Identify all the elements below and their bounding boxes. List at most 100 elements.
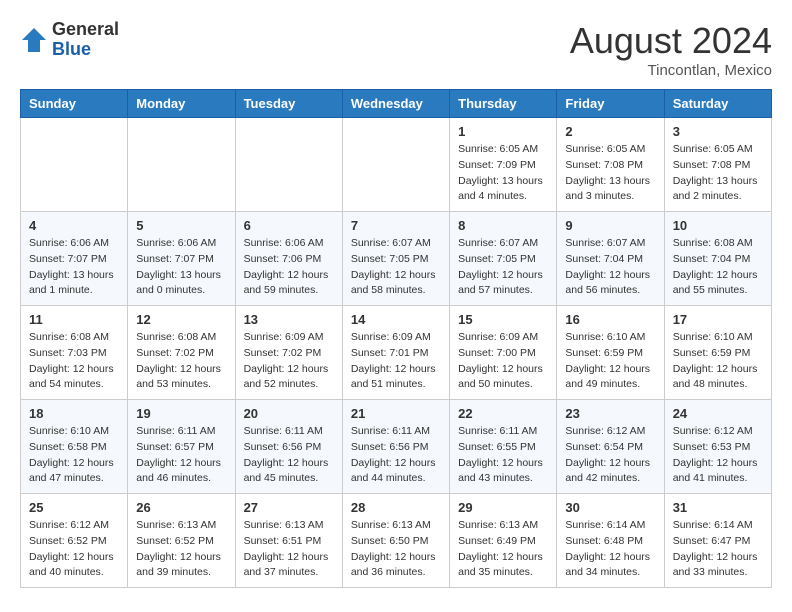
day-info: Sunrise: 6:07 AM Sunset: 7:04 PM Dayligh…	[565, 236, 655, 299]
day-number: 13	[244, 312, 334, 327]
week-row-3: 11 Sunrise: 6:08 AM Sunset: 7:03 PM Dayli…	[21, 306, 772, 400]
day-number: 7	[351, 218, 441, 233]
calendar-cell: 17 Sunrise: 6:10 AM Sunset: 6:59 PM Dayli…	[664, 306, 771, 400]
day-number: 11	[29, 312, 119, 327]
calendar-cell: 25 Sunrise: 6:12 AM Sunset: 6:52 PM Dayli…	[21, 494, 128, 588]
day-info: Sunrise: 6:10 AM Sunset: 6:58 PM Dayligh…	[29, 424, 119, 487]
calendar-cell: 9 Sunrise: 6:07 AM Sunset: 7:04 PM Daylig…	[557, 212, 664, 306]
calendar-cell: 6 Sunrise: 6:06 AM Sunset: 7:06 PM Daylig…	[235, 212, 342, 306]
day-info: Sunrise: 6:11 AM Sunset: 6:55 PM Dayligh…	[458, 424, 548, 487]
day-info: Sunrise: 6:07 AM Sunset: 7:05 PM Dayligh…	[458, 236, 548, 299]
day-number: 20	[244, 406, 334, 421]
day-number: 19	[136, 406, 226, 421]
calendar-cell: 21 Sunrise: 6:11 AM Sunset: 6:56 PM Dayli…	[342, 400, 449, 494]
day-number: 10	[673, 218, 763, 233]
day-info: Sunrise: 6:09 AM Sunset: 7:01 PM Dayligh…	[351, 330, 441, 393]
day-number: 21	[351, 406, 441, 421]
weekday-header-friday: Friday	[557, 90, 664, 118]
weekday-header-wednesday: Wednesday	[342, 90, 449, 118]
day-number: 15	[458, 312, 548, 327]
day-number: 8	[458, 218, 548, 233]
day-info: Sunrise: 6:08 AM Sunset: 7:04 PM Dayligh…	[673, 236, 763, 299]
calendar-cell: 11 Sunrise: 6:08 AM Sunset: 7:03 PM Dayli…	[21, 306, 128, 400]
day-number: 4	[29, 218, 119, 233]
day-number: 26	[136, 500, 226, 515]
day-number: 9	[565, 218, 655, 233]
calendar-cell: 22 Sunrise: 6:11 AM Sunset: 6:55 PM Dayli…	[450, 400, 557, 494]
calendar-cell: 10 Sunrise: 6:08 AM Sunset: 7:04 PM Dayli…	[664, 212, 771, 306]
day-number: 16	[565, 312, 655, 327]
calendar-cell: 24 Sunrise: 6:12 AM Sunset: 6:53 PM Dayli…	[664, 400, 771, 494]
logo-icon	[20, 26, 48, 54]
weekday-header-thursday: Thursday	[450, 90, 557, 118]
day-info: Sunrise: 6:08 AM Sunset: 7:03 PM Dayligh…	[29, 330, 119, 393]
day-info: Sunrise: 6:13 AM Sunset: 6:51 PM Dayligh…	[244, 518, 334, 581]
weekday-header-sunday: Sunday	[21, 90, 128, 118]
day-number: 24	[673, 406, 763, 421]
calendar-cell	[128, 118, 235, 212]
day-number: 30	[565, 500, 655, 515]
calendar-cell: 12Sunrise: 6:08 AM Sunset: 7:02 PM Dayli…	[128, 306, 235, 400]
location: Tincontlan, Mexico	[570, 62, 772, 79]
day-info: Sunrise: 6:12 AM Sunset: 6:54 PM Dayligh…	[565, 424, 655, 487]
day-number: 3	[673, 124, 763, 139]
day-info: Sunrise: 6:14 AM Sunset: 6:48 PM Dayligh…	[565, 518, 655, 581]
day-number: 2	[565, 124, 655, 139]
week-row-1: 1Sunrise: 6:05 AM Sunset: 7:09 PM Daylig…	[21, 118, 772, 212]
day-info: Sunrise: 6:11 AM Sunset: 6:57 PM Dayligh…	[136, 424, 226, 487]
day-info: Sunrise: 6:11 AM Sunset: 6:56 PM Dayligh…	[244, 424, 334, 487]
calendar-cell: 19 Sunrise: 6:11 AM Sunset: 6:57 PM Dayli…	[128, 400, 235, 494]
calendar-cell: 7 Sunrise: 6:07 AM Sunset: 7:05 PM Daylig…	[342, 212, 449, 306]
calendar-cell: 5 Sunrise: 6:06 AM Sunset: 7:07 PM Daylig…	[128, 212, 235, 306]
logo-text: General Blue	[52, 20, 119, 60]
calendar-cell: 23 Sunrise: 6:12 AM Sunset: 6:54 PM Dayli…	[557, 400, 664, 494]
day-info: Sunrise: 6:10 AM Sunset: 6:59 PM Dayligh…	[673, 330, 763, 393]
calendar-cell	[342, 118, 449, 212]
calendar-cell: 30 Sunrise: 6:14 AM Sunset: 6:48 PM Dayli…	[557, 494, 664, 588]
calendar-cell: 16Sunrise: 6:10 AM Sunset: 6:59 PM Dayli…	[557, 306, 664, 400]
day-info: Sunrise: 6:09 AM Sunset: 7:00 PM Dayligh…	[458, 330, 548, 393]
calendar-cell: 18 Sunrise: 6:10 AM Sunset: 6:58 PM Dayli…	[21, 400, 128, 494]
day-info: Sunrise: 6:05 AM Sunset: 7:08 PM Dayligh…	[673, 142, 763, 205]
calendar-cell: 1Sunrise: 6:05 AM Sunset: 7:09 PM Daylig…	[450, 118, 557, 212]
calendar-cell: 14Sunrise: 6:09 AM Sunset: 7:01 PM Dayli…	[342, 306, 449, 400]
calendar-cell: 31Sunrise: 6:14 AM Sunset: 6:47 PM Dayli…	[664, 494, 771, 588]
weekday-header-saturday: Saturday	[664, 90, 771, 118]
calendar-cell: 3 Sunrise: 6:05 AM Sunset: 7:08 PM Daylig…	[664, 118, 771, 212]
day-number: 17	[673, 312, 763, 327]
day-info: Sunrise: 6:06 AM Sunset: 7:07 PM Dayligh…	[136, 236, 226, 299]
page-header: General Blue August 2024 Tincontlan, Mex…	[20, 20, 772, 79]
day-info: Sunrise: 6:12 AM Sunset: 6:52 PM Dayligh…	[29, 518, 119, 581]
day-info: Sunrise: 6:13 AM Sunset: 6:50 PM Dayligh…	[351, 518, 441, 581]
week-row-2: 4 Sunrise: 6:06 AM Sunset: 7:07 PM Daylig…	[21, 212, 772, 306]
weekday-header-monday: Monday	[128, 90, 235, 118]
day-info: Sunrise: 6:11 AM Sunset: 6:56 PM Dayligh…	[351, 424, 441, 487]
day-info: Sunrise: 6:06 AM Sunset: 7:07 PM Dayligh…	[29, 236, 119, 299]
logo: General Blue	[20, 20, 119, 60]
calendar-cell: 28Sunrise: 6:13 AM Sunset: 6:50 PM Dayli…	[342, 494, 449, 588]
calendar-table: SundayMondayTuesdayWednesdayThursdayFrid…	[20, 89, 772, 588]
day-number: 5	[136, 218, 226, 233]
day-number: 18	[29, 406, 119, 421]
day-info: Sunrise: 6:06 AM Sunset: 7:06 PM Dayligh…	[244, 236, 334, 299]
day-number: 6	[244, 218, 334, 233]
day-number: 27	[244, 500, 334, 515]
calendar-cell	[235, 118, 342, 212]
calendar-cell: 20 Sunrise: 6:11 AM Sunset: 6:56 PM Dayli…	[235, 400, 342, 494]
calendar-cell: 26Sunrise: 6:13 AM Sunset: 6:52 PM Dayli…	[128, 494, 235, 588]
day-number: 25	[29, 500, 119, 515]
day-info: Sunrise: 6:09 AM Sunset: 7:02 PM Dayligh…	[244, 330, 334, 393]
calendar-cell: 15 Sunrise: 6:09 AM Sunset: 7:00 PM Dayli…	[450, 306, 557, 400]
calendar-cell: 27 Sunrise: 6:13 AM Sunset: 6:51 PM Dayli…	[235, 494, 342, 588]
day-info: Sunrise: 6:07 AM Sunset: 7:05 PM Dayligh…	[351, 236, 441, 299]
day-info: Sunrise: 6:13 AM Sunset: 6:49 PM Dayligh…	[458, 518, 548, 581]
calendar-cell: 8 Sunrise: 6:07 AM Sunset: 7:05 PM Daylig…	[450, 212, 557, 306]
day-number: 31	[673, 500, 763, 515]
weekday-header-row: SundayMondayTuesdayWednesdayThursdayFrid…	[21, 90, 772, 118]
day-number: 22	[458, 406, 548, 421]
calendar-cell	[21, 118, 128, 212]
day-info: Sunrise: 6:12 AM Sunset: 6:53 PM Dayligh…	[673, 424, 763, 487]
week-row-4: 18 Sunrise: 6:10 AM Sunset: 6:58 PM Dayli…	[21, 400, 772, 494]
title-block: August 2024 Tincontlan, Mexico	[570, 20, 772, 79]
day-number: 23	[565, 406, 655, 421]
